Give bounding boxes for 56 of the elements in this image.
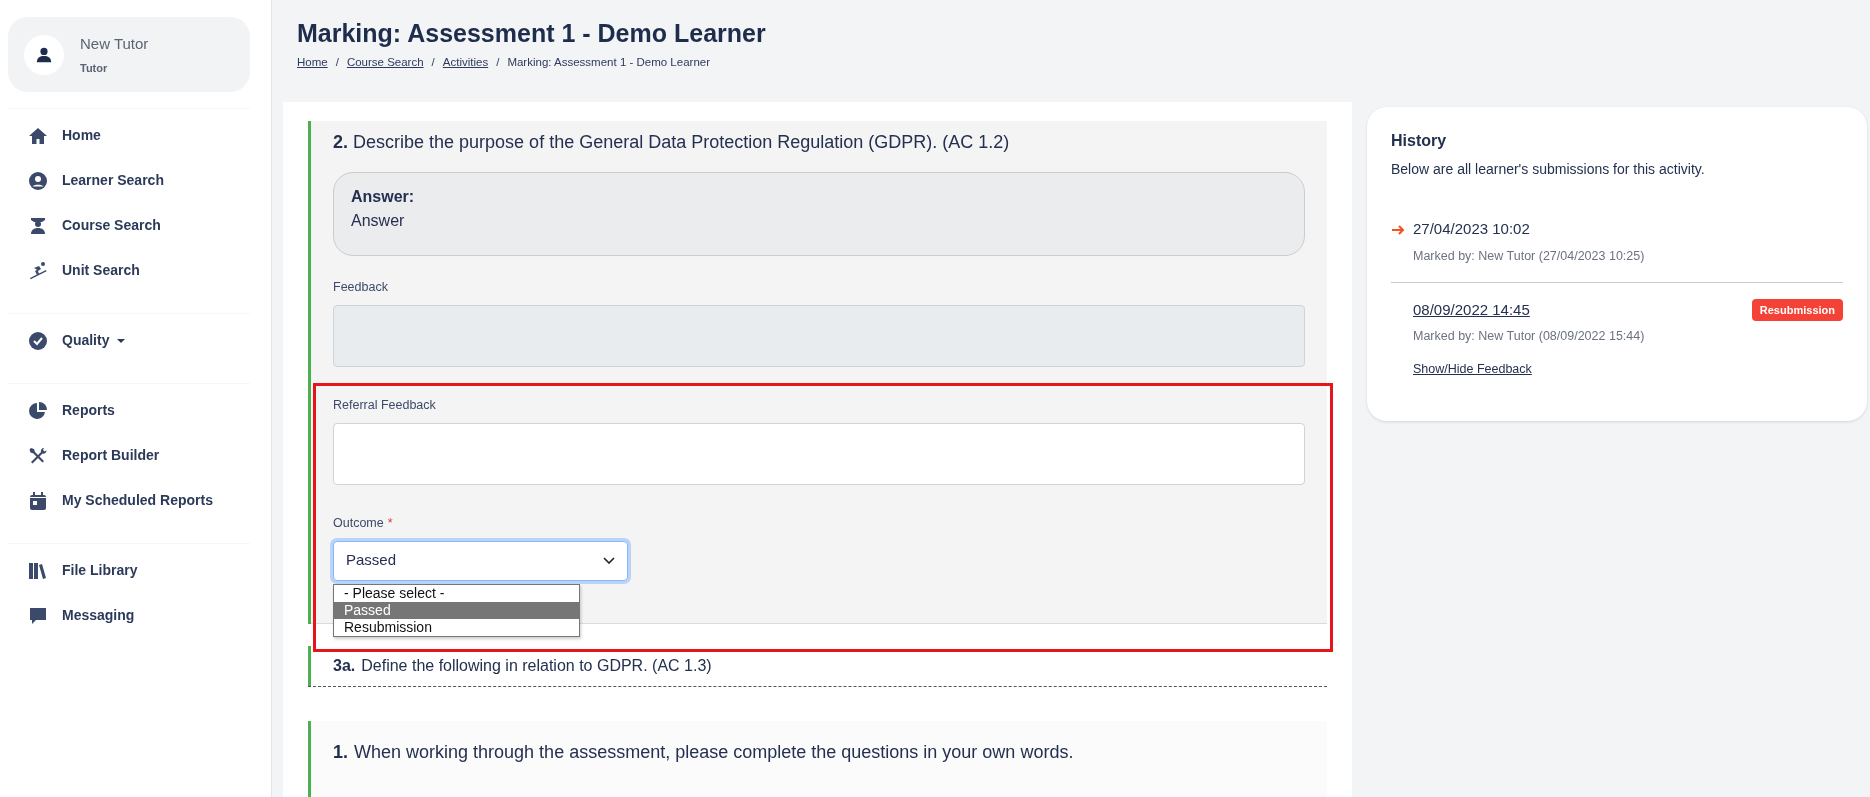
sidebar-item[interactable]: Messaging (8, 593, 271, 638)
text-area[interactable] (333, 422, 1305, 485)
sidebar-item[interactable]: My Scheduled Reports (8, 478, 271, 523)
submission-date: 27/04/2023 10:02 (1413, 219, 1530, 240)
sidebar-item[interactable]: Course Search (8, 203, 271, 248)
dropdown-option[interactable]: Passed (334, 601, 579, 619)
question-text: 3a. Define the following in relation to GDPR. (AC 1.3) (333, 655, 712, 676)
sidebar-item[interactable]: File Library (8, 548, 271, 593)
sidebar-item[interactable]: Learner Search (8, 158, 271, 203)
status-badge: Resubmission (1751, 298, 1843, 321)
check-circle-icon (28, 330, 48, 351)
page-title: Marking: Assessment 1 - Demo Learner (297, 18, 767, 48)
field-label: Feedback (333, 279, 389, 297)
pie-chart-icon (28, 400, 48, 421)
caret-icon (117, 338, 126, 343)
feedback-toggle-link[interactable]: Show/Hide Feedback (1413, 361, 1532, 376)
breadcrumb-link[interactable]: Course Search (346, 54, 424, 72)
home-icon (28, 125, 48, 146)
sidebar-item[interactable]: Reports (8, 388, 271, 433)
card-subtitle: Below are all learner's submissions for this activity. (1391, 160, 1706, 180)
marked-by-text: Marked by: New Tutor (08/09/2022 15:44) (1413, 328, 1646, 345)
breadcrumb-separator: / (496, 55, 500, 70)
breadcrumb-separator: / (431, 55, 435, 70)
answer-text: Answer (351, 211, 406, 232)
breadcrumb-link[interactable]: Home (297, 54, 328, 72)
skier-icon (28, 260, 48, 281)
dropdown-option[interactable]: Resubmission (334, 618, 579, 636)
answer-label: Answer: (351, 187, 416, 208)
user-circle-icon (28, 170, 48, 191)
field-label: Outcome (333, 514, 384, 532)
sidebar-item[interactable]: Home (8, 113, 271, 158)
calendar-icon (28, 490, 48, 511)
submission-link[interactable]: 08/09/2022 14:45 (1413, 298, 1530, 321)
field-label: Referral Feedback (333, 397, 437, 414)
chat-icon (28, 605, 48, 626)
sidebar-item[interactable]: Unit Search (8, 248, 271, 293)
card-title: History (1391, 131, 1448, 152)
dropdown-option[interactable]: - Please select - (334, 584, 579, 602)
breadcrumb-current: Marking: Assessment 1 - Demo Learner (507, 55, 710, 70)
sidebar-item[interactable]: Report Builder (8, 433, 271, 478)
marked-by-text: Marked by: New Tutor (27/04/2023 10:25) (1413, 247, 1646, 265)
chevron-icon (603, 557, 615, 564)
arrow-icon (1391, 222, 1405, 237)
graduate-icon (28, 215, 48, 236)
breadcrumb-separator: / (335, 55, 339, 70)
sidebar-item[interactable]: Quality (8, 318, 271, 363)
tools-icon (28, 445, 48, 466)
required-mark: * (387, 514, 393, 532)
question-text: 1. When working through the assessment, please complete the questions in your own words. (333, 740, 1075, 764)
user-icon (35, 45, 53, 64)
books-icon (28, 560, 48, 581)
user-name: New Tutor (80, 34, 149, 54)
user-role: Tutor (80, 60, 109, 76)
question-text: 2. Describe the purpose of the General Data Protection Regulation (GDPR). (AC 1.2) (333, 131, 1011, 155)
outcome-select[interactable]: Passed (333, 540, 628, 581)
breadcrumb-link[interactable]: Activities (442, 54, 489, 72)
